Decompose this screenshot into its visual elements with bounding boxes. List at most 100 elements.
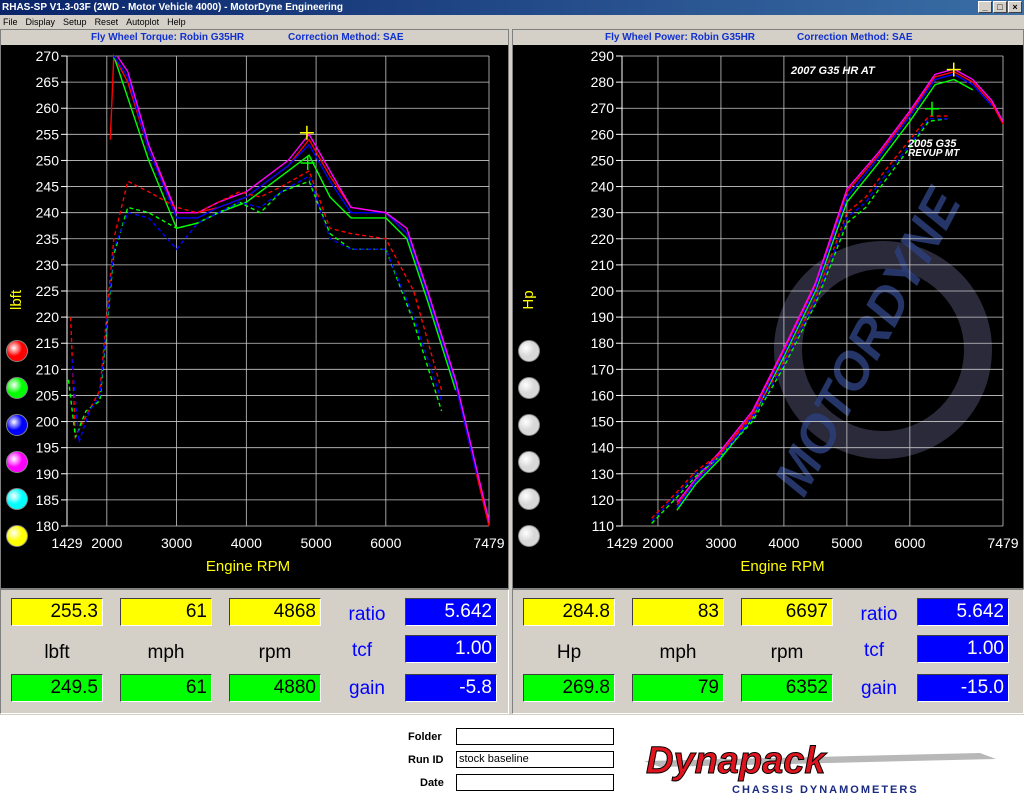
y-tick-label: 130 xyxy=(591,466,615,482)
x-tick-label: 7479 xyxy=(473,535,504,551)
series-line xyxy=(113,55,457,391)
y-tick-label: 270 xyxy=(591,100,615,116)
menu-reset[interactable]: Reset xyxy=(95,15,119,29)
y-tick-label: 170 xyxy=(591,361,615,377)
folder-input[interactable] xyxy=(456,728,614,745)
menu-file[interactable]: File xyxy=(3,15,18,29)
torque-peak-value: 255.3 xyxy=(11,598,103,626)
unit-label-rpm: rpm xyxy=(258,642,292,663)
unit-label-mph: mph xyxy=(659,642,697,663)
power-peak-rpm: 6697 xyxy=(741,598,833,626)
y-tick-label: 260 xyxy=(591,126,615,142)
y-tick-label: 225 xyxy=(36,283,60,299)
y-tick-label: 190 xyxy=(591,309,615,325)
run-toggle-dot[interactable] xyxy=(6,488,28,510)
folder-label: Folder xyxy=(408,731,442,743)
date-input[interactable] xyxy=(456,774,614,791)
y-tick-label: 220 xyxy=(591,231,615,247)
y-tick-label: 265 xyxy=(36,74,60,90)
x-axis-label: Engine RPM xyxy=(206,558,290,575)
y-tick-label: 240 xyxy=(591,179,615,195)
menu-help[interactable]: Help xyxy=(167,15,186,29)
unit-label-lbft: lbft xyxy=(44,642,70,663)
run-toggle-dot[interactable] xyxy=(518,525,540,547)
run-toggle-dot[interactable] xyxy=(6,340,28,362)
power-chart[interactable]: MOTORDYNE2902802702602502402302202102001… xyxy=(513,30,1024,590)
run-toggle-dot[interactable] xyxy=(6,525,28,547)
y-tick-label: 215 xyxy=(36,335,60,351)
close-button[interactable]: × xyxy=(1008,1,1022,13)
y-tick-label: 200 xyxy=(591,283,615,299)
y-tick-label: 120 xyxy=(591,492,615,508)
y-tick-label: 140 xyxy=(591,440,615,456)
x-tick-label: 4000 xyxy=(768,535,799,551)
torque-peak-mph: 61 xyxy=(120,598,212,626)
run-toggle-dot[interactable] xyxy=(6,377,28,399)
y-tick-label: 230 xyxy=(36,257,60,273)
y-tick-label: 250 xyxy=(36,152,60,168)
y-tick-label: 280 xyxy=(591,74,615,90)
y-tick-label: 110 xyxy=(592,518,615,534)
menu-display[interactable]: Display xyxy=(26,15,56,29)
x-tick-label: 5000 xyxy=(301,535,332,551)
y-tick-label: 240 xyxy=(36,205,60,221)
y-tick-label: 260 xyxy=(36,100,60,116)
y-tick-label: 150 xyxy=(591,414,615,430)
run-toggle-dot[interactable] xyxy=(518,488,540,510)
y-tick-label: 205 xyxy=(36,387,60,403)
power-peak-value: 284.8 xyxy=(523,598,615,626)
run-id-label: Run ID xyxy=(408,754,444,766)
power-chart-panel: Fly Wheel Power: Robin G35HR Correction … xyxy=(512,29,1024,589)
y-tick-label: 290 xyxy=(591,48,615,64)
run-toggle-dot[interactable] xyxy=(518,414,540,436)
y-axis-label: lbft xyxy=(8,289,25,310)
torque-chart[interactable]: 270 265 260 255 250 245 240 235 230 225 220 215 210 2… xyxy=(1,30,510,590)
power-peak-mph: 83 xyxy=(632,598,724,626)
menu-autoplot[interactable]: Autoplot xyxy=(126,15,159,29)
x-tick-label: 3000 xyxy=(705,535,736,551)
torque-readout-panel: 255.3 61 4868 lbft mph rpm 249.5 61 4880… xyxy=(0,589,509,714)
power-compare-rpm: 6352 xyxy=(741,674,833,702)
torque-chart-panel: Fly Wheel Torque: Robin G35HR Correction… xyxy=(0,29,509,589)
minimize-button[interactable]: _ xyxy=(978,1,992,13)
y-tick-label: 220 xyxy=(36,309,60,325)
y-tick-label: 245 xyxy=(36,179,60,195)
tcf-label: tcf xyxy=(351,640,373,661)
run-toggle-dot[interactable] xyxy=(6,414,28,436)
series-line xyxy=(116,55,490,521)
x-axis-label: Engine RPM xyxy=(740,558,824,575)
y-tick-label: 180 xyxy=(591,335,615,351)
x-tick-label: 7479 xyxy=(987,535,1018,551)
run-toggle-dot[interactable] xyxy=(518,377,540,399)
y-tick-label: 210 xyxy=(36,361,60,377)
run-toggle-dot[interactable] xyxy=(6,451,28,473)
gain-label: gain xyxy=(349,678,385,699)
window-title: RHAS-SP V1.3-03F (2WD - Motor Vehicle 40… xyxy=(2,2,343,13)
ratio-value: 5.642 xyxy=(917,598,1009,626)
logo-wordmark: Dynapack xyxy=(646,740,827,782)
y-tick-label: 230 xyxy=(591,205,615,221)
annotation-2007: 2007 G35 HR AT xyxy=(790,65,876,77)
y-tick-label: 195 xyxy=(36,440,60,456)
menu-bar: File Display Setup Reset Autoplot Help xyxy=(0,15,1024,29)
x-tick-label: 3000 xyxy=(161,535,192,551)
maximize-button[interactable]: □ xyxy=(993,1,1007,13)
unit-label-rpm: rpm xyxy=(770,642,804,663)
date-label: Date xyxy=(420,777,444,789)
gain-value: -5.8 xyxy=(405,674,497,702)
torque-peak-rpm: 4868 xyxy=(229,598,321,626)
x-tick-label: 4000 xyxy=(231,535,262,551)
run-id-input[interactable]: stock baseline xyxy=(456,751,614,768)
power-readout-panel: 284.8 83 6697 Hp mph rpm 269.8 79 6352 r… xyxy=(512,589,1024,714)
y-tick-label: 255 xyxy=(36,126,60,142)
x-tick-label: 6000 xyxy=(370,535,401,551)
menu-setup[interactable]: Setup xyxy=(63,15,87,29)
run-toggle-dot[interactable] xyxy=(518,340,540,362)
window-titlebar: RHAS-SP V1.3-03F (2WD - Motor Vehicle 40… xyxy=(0,0,1024,15)
y-tick-label: 250 xyxy=(591,152,615,168)
torque-compare-mph: 61 xyxy=(120,674,212,702)
x-tick-label: 1429 xyxy=(606,535,637,551)
run-toggle-dot[interactable] xyxy=(518,451,540,473)
ratio-label: ratio xyxy=(860,604,898,625)
x-tick-label: 2000 xyxy=(642,535,673,551)
